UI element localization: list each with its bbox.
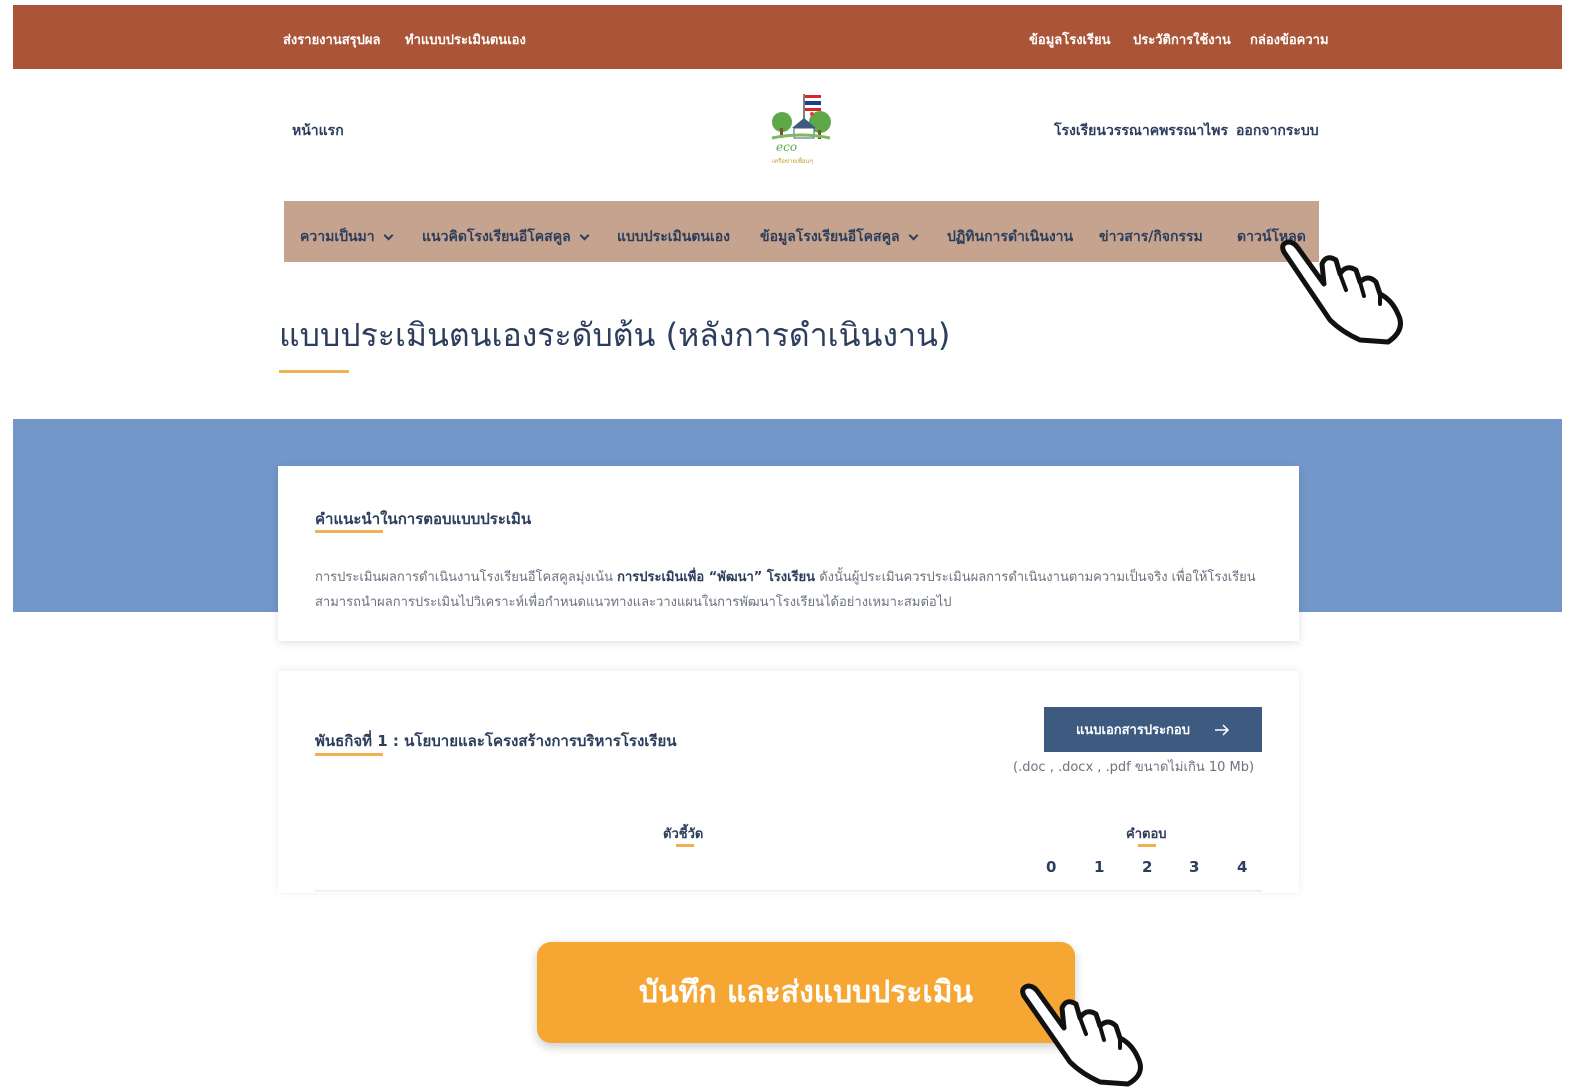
school-name: โรงเรียนวรรณาคพรรณาไพร	[1054, 123, 1228, 139]
instructions-emphasis: การประเมินเพื่อ “พัฒนา” โรงเรียน	[617, 570, 816, 585]
chevron-down-icon	[579, 230, 590, 240]
nav-item-label: ข่าวสาร/กิจกรรม	[1099, 229, 1203, 245]
mission-card: พันธกิจที่ 1 : นโยบายและโครงสร้างการบริห…	[278, 671, 1299, 893]
arrow-right-icon	[1215, 723, 1230, 736]
score-option-3: 3	[1189, 858, 1200, 876]
save-and-submit-label: บันทึก และส่งแบบประเมิน	[639, 975, 973, 1010]
attach-document-label: แนบเอกสารประกอบ	[1075, 723, 1190, 738]
inbox-link[interactable]: กล่องข้อความ	[1250, 29, 1329, 50]
school-info-link[interactable]: ข้อมูลโรงเรียน	[1029, 29, 1110, 50]
pointing-hand-icon	[1276, 234, 1410, 350]
column-underline	[1138, 844, 1156, 847]
title-underline	[279, 370, 349, 373]
heading-underline	[315, 530, 383, 533]
heading-underline	[315, 753, 383, 756]
score-option-0: 0	[1046, 858, 1057, 876]
column-underline	[676, 844, 694, 847]
send-report-link[interactable]: ส่งรายงานสรุปผล	[283, 29, 380, 50]
instructions-text: การประเมินผลการดำเนินงานโรงเรียนอีโคสคูล…	[315, 565, 1265, 615]
file-type-note: (.doc , .docx , .pdf ขนาดไม่เกิน 10 Mb)	[1013, 760, 1255, 775]
nav-item-concept[interactable]: แนวคิดโรงเรียนอีโคสคูล	[422, 226, 590, 248]
nav-item-label: แนวคิดโรงเรียนอีโคสคูล	[422, 229, 571, 245]
logo-graphic	[771, 94, 831, 140]
mission-heading: พันธกิจที่ 1 : นโยบายและโครงสร้างการบริห…	[315, 732, 677, 750]
table-divider	[315, 890, 1262, 892]
instructions-text-part: การประเมินผลการดำเนินงานโรงเรียนอีโคสคูล…	[315, 570, 618, 585]
top-bar: ส่งรายงานสรุปผล ทำแบบประเมินตนเอง ข้อมูล…	[13, 5, 1562, 69]
score-option-1: 1	[1094, 858, 1105, 876]
instructions-card: คำแนะนำในการตอบแบบประเมิน การประเมินผลกา…	[278, 466, 1299, 641]
instructions-heading: คำแนะนำในการตอบแบบประเมิน	[315, 510, 532, 528]
attach-document-button[interactable]: แนบเอกสารประกอบ	[1044, 707, 1262, 752]
self-assessment-link[interactable]: ทำแบบประเมินตนเอง	[405, 29, 526, 50]
score-option-2: 2	[1142, 858, 1153, 876]
chevron-down-icon	[908, 230, 918, 240]
save-and-submit-button[interactable]: บันทึก และส่งแบบประเมิน	[537, 942, 1075, 1043]
indicator-column-header: ตัวชี้วัด	[663, 827, 704, 842]
nav-item-news[interactable]: ข่าวสาร/กิจกรรม	[1099, 226, 1203, 248]
home-link[interactable]: หน้าแรก	[292, 120, 344, 142]
logo-subtext: เครือข่ายเพื่อนๆ	[772, 158, 813, 165]
answer-column-header: คำตอบ	[1126, 827, 1167, 842]
main-nav: ความเป็นมา แนวคิดโรงเรียนอีโคสคูล แบบประ…	[284, 201, 1319, 262]
nav-item-label: ปฏิทินการดำเนินงาน	[947, 229, 1074, 245]
nav-item-self-assessment[interactable]: แบบประเมินตนเอง	[617, 226, 730, 248]
eco-school-logo[interactable]: eco เครือข่ายเพื่อนๆ	[768, 92, 834, 166]
score-option-4: 4	[1237, 858, 1248, 876]
nav-item-label: ข้อมูลโรงเรียนอีโคสคูล	[760, 229, 900, 245]
usage-history-link[interactable]: ประวัติการใช้งาน	[1133, 29, 1231, 50]
nav-item-history[interactable]: ความเป็นมา	[300, 226, 394, 248]
logo-text: eco	[776, 140, 798, 154]
nav-item-school-data[interactable]: ข้อมูลโรงเรียนอีโคสคูล	[760, 226, 918, 248]
page-title: แบบประเมินตนเองระดับต้น (หลังการดำเนินงา…	[279, 316, 951, 354]
nav-item-label: แบบประเมินตนเอง	[617, 229, 730, 245]
chevron-down-icon	[383, 230, 394, 240]
pointing-hand-icon	[1016, 978, 1150, 1091]
logout-link[interactable]: ออกจากระบบ	[1236, 120, 1319, 142]
nav-item-label: ความเป็นมา	[300, 229, 375, 245]
nav-item-calendar[interactable]: ปฏิทินการดำเนินงาน	[947, 226, 1073, 248]
